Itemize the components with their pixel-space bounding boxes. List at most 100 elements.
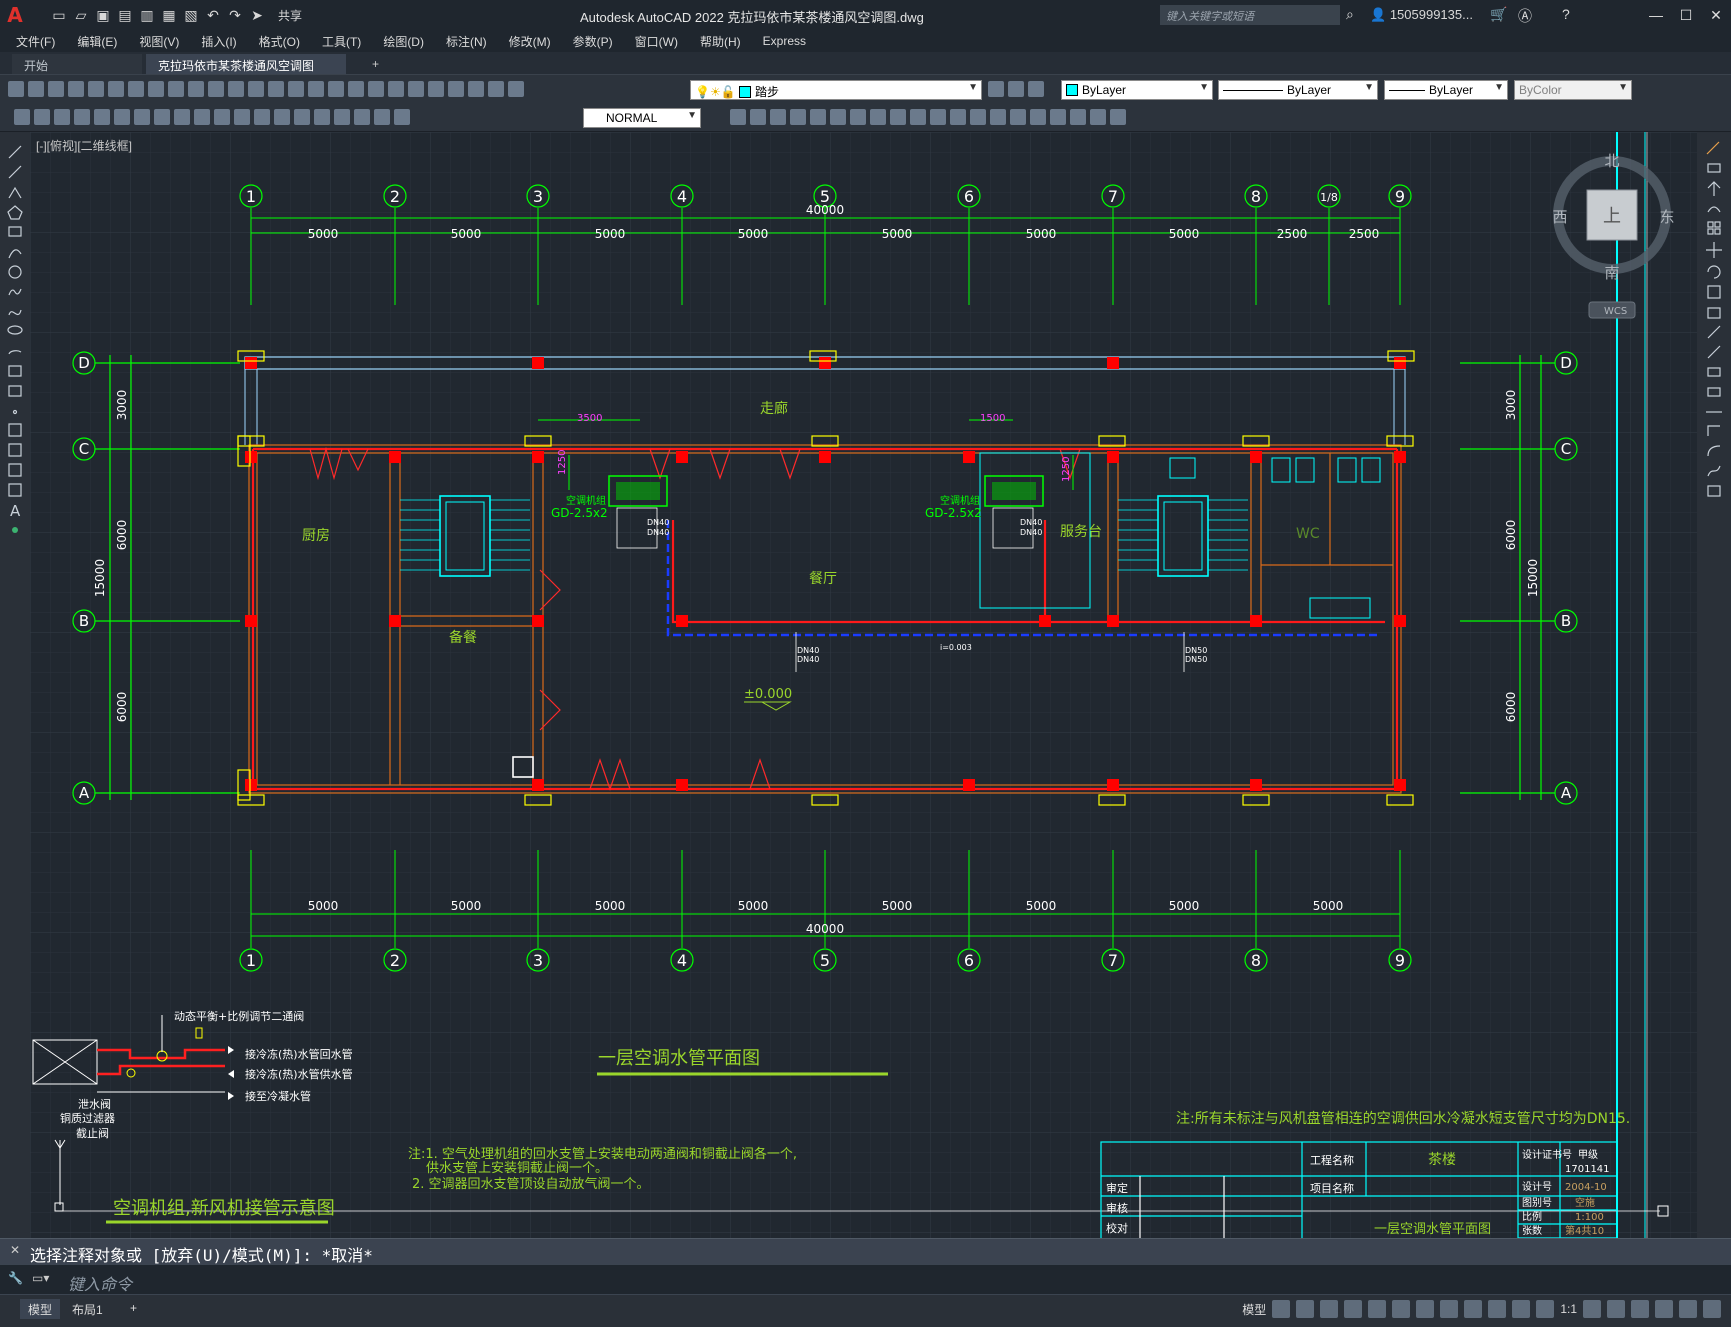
- center-mark-icon[interactable]: [274, 109, 290, 125]
- linetype-dropdown[interactable]: ByLayer ▼: [1218, 80, 1378, 100]
- layer-properties-icon[interactable]: [508, 81, 524, 97]
- save-as-icon[interactable]: ▤: [116, 6, 134, 24]
- polygon-icon[interactable]: [7, 205, 23, 220]
- markup-icon[interactable]: [448, 81, 464, 97]
- viewport-controls[interactable]: [-][俯视][二维线框]: [36, 137, 132, 154]
- break-point-icon[interactable]: [1707, 367, 1721, 377]
- grid-icon[interactable]: [1272, 1300, 1291, 1318]
- menu-modify[interactable]: 修改(M): [509, 33, 551, 50]
- paste-icon[interactable]: [188, 81, 204, 97]
- tab-start[interactable]: 开始: [12, 54, 142, 74]
- dimstyle-dropdown[interactable]: NORMAL ▼: [583, 108, 701, 128]
- radius-dim-icon[interactable]: [94, 109, 110, 125]
- extend-side-icon[interactable]: [1707, 345, 1721, 359]
- angular-dim-icon[interactable]: [134, 109, 150, 125]
- close-cmd-icon[interactable]: ✕: [10, 1243, 20, 1257]
- rectangle-icon[interactable]: [8, 226, 22, 237]
- 3dprint-icon[interactable]: [128, 81, 144, 97]
- auto-scale-icon[interactable]: [1536, 1300, 1555, 1318]
- menu-insert[interactable]: 插入(I): [201, 33, 236, 50]
- search-icon[interactable]: ⌕: [1346, 6, 1354, 23]
- tab-model[interactable]: 模型: [20, 1299, 61, 1319]
- drawing-canvas[interactable]: 1 2 3 4 5 6 7 8 1/8 9 40000 5000 5000 50…: [30, 132, 1697, 1238]
- tab-drawing[interactable]: 克拉玛依市某茶楼通风空调图*✕: [146, 54, 346, 88]
- chamfer-side-icon[interactable]: [1707, 425, 1720, 436]
- gradient-icon[interactable]: [8, 443, 22, 457]
- add-layout-button[interactable]: +: [122, 1299, 145, 1319]
- block-editor-icon[interactable]: [228, 81, 244, 97]
- hardware-accel-icon[interactable]: [1631, 1300, 1649, 1318]
- menu-view[interactable]: 视图(V): [139, 33, 179, 50]
- jogged-icon[interactable]: [314, 109, 330, 125]
- annotation-scale[interactable]: 1:1: [1560, 1302, 1577, 1316]
- text-front-icon[interactable]: [1090, 109, 1106, 125]
- new-file-icon[interactable]: ▭: [50, 6, 68, 24]
- trim-icon[interactable]: [910, 109, 926, 125]
- print-icon[interactable]: [68, 81, 84, 97]
- ellipse-arc-icon[interactable]: [8, 350, 22, 355]
- new-tab-button[interactable]: +: [360, 54, 391, 74]
- break-side-icon[interactable]: [1707, 387, 1721, 397]
- menu-file[interactable]: 文件(F): [16, 33, 55, 50]
- pan-icon[interactable]: [288, 81, 304, 97]
- dim-text-edit-icon[interactable]: [354, 109, 370, 125]
- close-icon[interactable]: ✕: [1701, 0, 1731, 30]
- revcloud-icon[interactable]: [8, 288, 22, 296]
- offset-side-icon[interactable]: [1707, 206, 1721, 213]
- menu-edit[interactable]: 编辑(E): [77, 33, 117, 50]
- design-center-icon[interactable]: [388, 81, 404, 97]
- erase-side-icon[interactable]: [1706, 141, 1720, 155]
- fillet-icon[interactable]: [1010, 109, 1026, 125]
- isodraft-icon[interactable]: [1368, 1300, 1387, 1318]
- polar-icon[interactable]: [1344, 1300, 1363, 1318]
- search-input[interactable]: 键入关键字或短语: [1160, 5, 1340, 25]
- osnap-icon[interactable]: [1416, 1300, 1435, 1318]
- layer-states-icon[interactable]: [1028, 81, 1044, 97]
- menu-dimension[interactable]: 标注(N): [446, 33, 487, 50]
- lineweight-dropdown[interactable]: ByLayer ▼: [1384, 80, 1508, 100]
- hatch-icon[interactable]: [8, 423, 22, 437]
- line-tool-icon[interactable]: [8, 145, 22, 159]
- redo-icon[interactable]: ↷: [226, 6, 244, 24]
- tool-palettes-icon[interactable]: [408, 81, 424, 97]
- continue-dim-icon[interactable]: [194, 109, 210, 125]
- help-icon[interactable]: ?: [1562, 6, 1570, 22]
- color-dropdown[interactable]: ByLayer ▼: [1061, 80, 1213, 100]
- diameter-dim-icon[interactable]: [114, 109, 130, 125]
- properties-icon[interactable]: [368, 81, 384, 97]
- gear-icon[interactable]: [1583, 1300, 1601, 1318]
- open-icon[interactable]: [28, 81, 44, 97]
- baseline-dim-icon[interactable]: [174, 109, 190, 125]
- undo-tool-icon[interactable]: [248, 81, 264, 97]
- autocad-logo-icon[interactable]: A: [0, 0, 30, 30]
- make-current-icon[interactable]: [988, 81, 1004, 97]
- tab-layout1[interactable]: 布局1: [64, 1299, 111, 1319]
- menu-express[interactable]: Express: [763, 34, 806, 48]
- move-side-icon[interactable]: [1706, 242, 1722, 258]
- app-store-icon[interactable]: Ⓐ: [1518, 6, 1532, 26]
- mirror-icon[interactable]: [770, 109, 786, 125]
- dim-style-icon[interactable]: [394, 109, 410, 125]
- explode-icon[interactable]: [1050, 109, 1066, 125]
- new-icon[interactable]: [8, 81, 24, 97]
- plus-icon[interactable]: [1607, 1300, 1625, 1318]
- maximize-icon[interactable]: ☐: [1671, 0, 1701, 30]
- cut-icon[interactable]: [148, 81, 164, 97]
- spline-icon[interactable]: [8, 309, 22, 316]
- fillet-side-icon[interactable]: [1707, 445, 1721, 457]
- insert-block-icon[interactable]: [8, 365, 22, 377]
- scale-icon[interactable]: [870, 109, 886, 125]
- publish-icon[interactable]: [108, 81, 124, 97]
- save-tool-icon[interactable]: [48, 81, 64, 97]
- construction-line-icon[interactable]: [8, 165, 22, 179]
- region-icon[interactable]: [8, 463, 22, 477]
- layer-previous-icon[interactable]: [1008, 81, 1024, 97]
- hatch-back-icon[interactable]: [1110, 109, 1126, 125]
- menu-draw[interactable]: 绘图(D): [383, 33, 424, 50]
- blend-side-icon[interactable]: [1707, 465, 1721, 477]
- save-web-icon[interactable]: ▦: [160, 6, 178, 24]
- minimize-icon[interactable]: —: [1641, 0, 1671, 30]
- redo-tool-icon[interactable]: [268, 81, 284, 97]
- otrack-icon[interactable]: [1392, 1300, 1411, 1318]
- erase-icon[interactable]: [730, 109, 746, 125]
